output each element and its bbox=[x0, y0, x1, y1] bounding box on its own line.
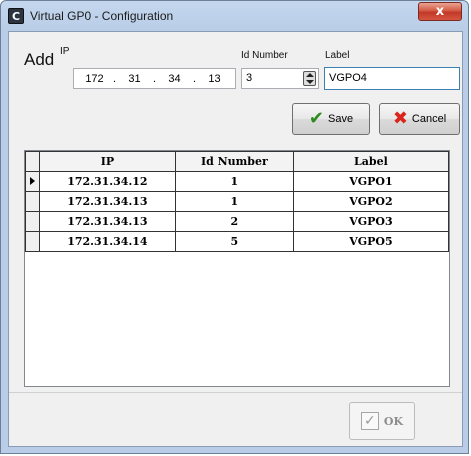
label-input[interactable]: VGPO4 bbox=[324, 67, 460, 90]
cell-label[interactable]: VGPO2 bbox=[292, 191, 449, 212]
ip-address-input[interactable]: 172 . 31 . 34 . 13 bbox=[73, 68, 236, 89]
row-selector[interactable] bbox=[25, 171, 40, 192]
cell-id-number[interactable]: 2 bbox=[174, 211, 294, 232]
app-icon: C bbox=[8, 8, 24, 24]
footer-divider bbox=[9, 392, 462, 393]
table-row[interactable]: 172.31.34.12 1 VGPO1 bbox=[25, 171, 449, 192]
ip-separator: . bbox=[152, 72, 157, 85]
label-field-label: Label bbox=[325, 50, 350, 61]
column-header-id-number[interactable]: Id Number bbox=[174, 151, 294, 172]
ip-separator: . bbox=[192, 72, 197, 85]
cell-label[interactable]: VGPO3 bbox=[292, 211, 449, 232]
checkmark-icon: ✔ bbox=[308, 108, 324, 129]
close-button[interactable]: x bbox=[418, 2, 462, 21]
cancel-label: Cancel bbox=[411, 113, 447, 125]
id-number-value: 3 bbox=[246, 72, 253, 84]
current-row-icon bbox=[29, 177, 35, 185]
cell-id-number[interactable]: 1 bbox=[174, 191, 294, 212]
ip-octet-3[interactable]: 34 bbox=[162, 73, 188, 85]
checkbox-icon: ✓ bbox=[360, 412, 379, 430]
cell-ip[interactable]: 172.31.34.12 bbox=[38, 171, 176, 192]
row-selector[interactable] bbox=[25, 191, 40, 212]
red-x-icon: ✖ bbox=[392, 108, 408, 129]
save-label: Save bbox=[328, 113, 354, 125]
cancel-button[interactable]: ✖ Cancel bbox=[379, 103, 460, 135]
window-title: Virtual GP0 - Configuration bbox=[30, 9, 174, 23]
table-row[interactable]: 172.31.34.13 1 VGPO2 bbox=[25, 191, 449, 212]
table-header-row: IP Id Number Label bbox=[25, 151, 449, 172]
row-selector[interactable] bbox=[25, 211, 40, 232]
ip-octet-1[interactable]: 172 bbox=[82, 73, 108, 85]
spin-down-icon[interactable] bbox=[306, 80, 314, 84]
cell-id-number[interactable]: 5 bbox=[174, 231, 294, 252]
cell-id-number[interactable]: 1 bbox=[174, 171, 294, 192]
ok-label: OK bbox=[383, 414, 404, 428]
save-button[interactable]: ✔ Save bbox=[292, 103, 370, 135]
cell-ip[interactable]: 172.31.34.14 bbox=[38, 231, 176, 252]
ok-button[interactable]: ✓ OK bbox=[349, 402, 415, 440]
configuration-table: IP Id Number Label 172.31.34.12 1 VGPO1 bbox=[25, 151, 449, 252]
ip-octet-4[interactable]: 13 bbox=[202, 73, 228, 85]
add-heading: Add bbox=[24, 50, 55, 69]
row-selector-header[interactable] bbox=[25, 151, 40, 172]
column-header-label[interactable]: Label bbox=[292, 151, 449, 172]
cell-label[interactable]: VGPO1 bbox=[292, 171, 449, 192]
table-row[interactable]: 172.31.34.13 2 VGPO3 bbox=[25, 211, 449, 232]
ip-octet-2[interactable]: 31 bbox=[122, 73, 148, 85]
cell-label[interactable]: VGPO5 bbox=[292, 231, 449, 252]
spinner-icon[interactable] bbox=[303, 71, 316, 86]
data-grid[interactable]: IP Id Number Label 172.31.34.12 1 VGPO1 bbox=[24, 150, 450, 387]
cell-ip[interactable]: 172.31.34.13 bbox=[38, 191, 176, 212]
spin-up-icon[interactable] bbox=[306, 73, 314, 77]
title-bar[interactable]: C Virtual GP0 - Configuration x bbox=[1, 1, 468, 31]
row-selector[interactable] bbox=[25, 231, 40, 252]
id-number-stepper[interactable]: 3 bbox=[241, 68, 319, 89]
config-window: C Virtual GP0 - Configuration x Add IP 1… bbox=[0, 0, 469, 454]
ip-label: IP bbox=[60, 46, 70, 57]
ip-separator: . bbox=[112, 72, 117, 85]
cell-ip[interactable]: 172.31.34.13 bbox=[38, 211, 176, 232]
id-number-label: Id Number bbox=[241, 50, 288, 61]
column-header-ip[interactable]: IP bbox=[38, 151, 176, 172]
table-row[interactable]: 172.31.34.14 5 VGPO5 bbox=[25, 231, 449, 252]
dialog-body: Add IP 172 . 31 . 34 . 13 Id Number 3 La… bbox=[8, 31, 463, 447]
